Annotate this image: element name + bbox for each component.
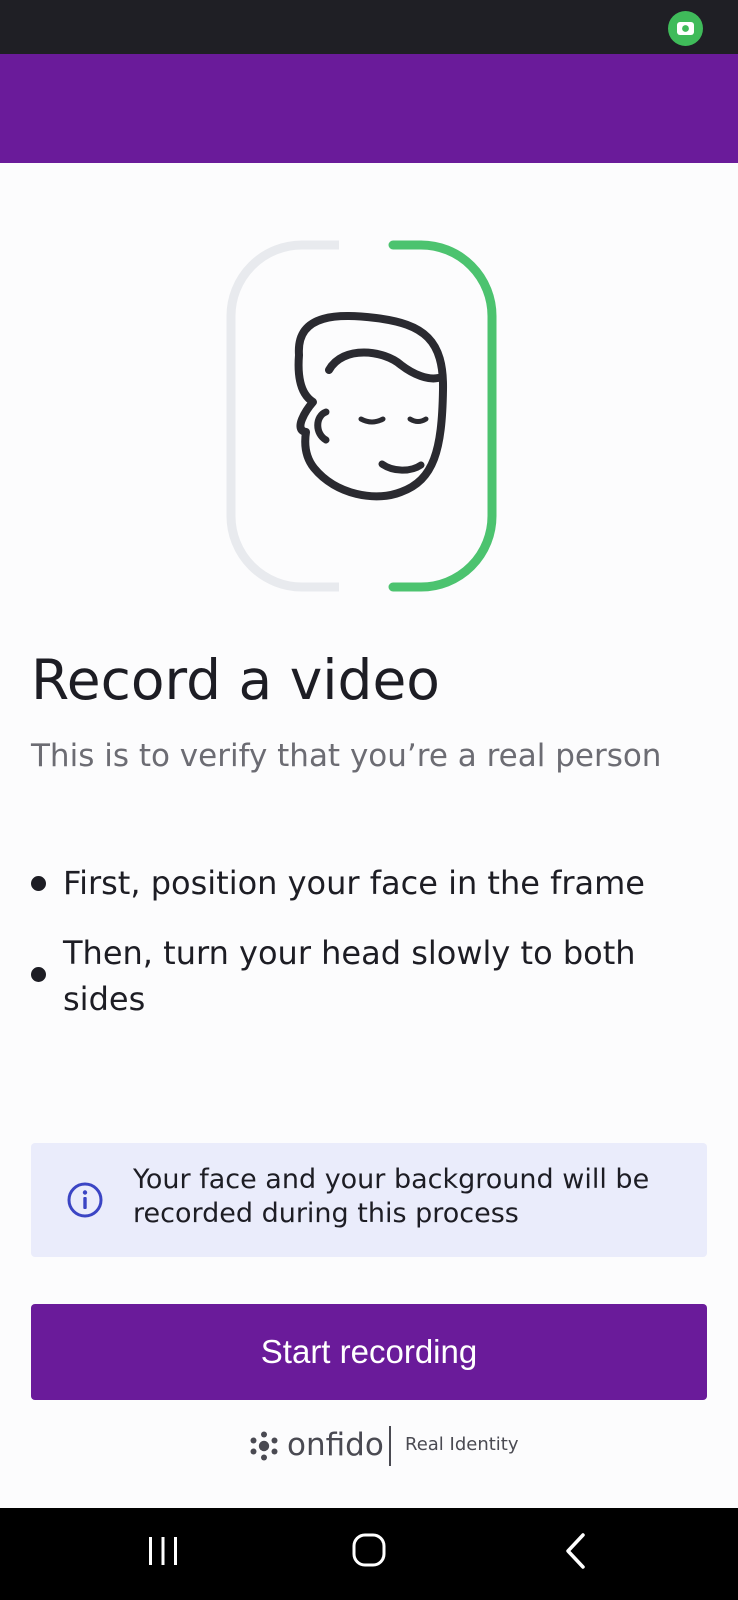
- instruction-item: Then, turn your head slowly to both side…: [31, 930, 711, 1022]
- recent-apps-icon[interactable]: [146, 1535, 180, 1567]
- instruction-text: First, position your face in the frame: [63, 864, 645, 902]
- onfido-branding: onfido Real Identity: [249, 1424, 529, 1466]
- back-icon[interactable]: [563, 1532, 589, 1570]
- start-recording-button[interactable]: Start recording: [31, 1304, 707, 1400]
- instruction-item: First, position your face in the frame: [31, 860, 711, 906]
- page-title: Record a video: [31, 648, 440, 712]
- bullet-dot: [31, 967, 46, 982]
- face-turn-icon: [196, 240, 542, 592]
- info-text: Your face and your background will be re…: [133, 1164, 650, 1229]
- brand-divider: [389, 1426, 391, 1466]
- page-subtitle: This is to verify that you’re a real per…: [31, 738, 662, 774]
- status-bar: [0, 0, 738, 54]
- instruction-text: Then, turn your head slowly to both side…: [63, 934, 636, 1018]
- brand-name: onfido: [287, 1427, 384, 1463]
- camera-icon: [668, 11, 703, 46]
- system-nav-bar: [0, 1508, 738, 1600]
- instruction-list: First, position your face in the frame T…: [31, 860, 711, 1022]
- app-header: [0, 54, 738, 163]
- onfido-logo-icon: [249, 1431, 279, 1461]
- home-icon[interactable]: [351, 1532, 387, 1568]
- bullet-dot: [31, 876, 46, 891]
- brand-tagline: Real Identity: [405, 1434, 519, 1455]
- info-banner: Your face and your background will be re…: [31, 1143, 707, 1257]
- info-icon: [66, 1181, 104, 1219]
